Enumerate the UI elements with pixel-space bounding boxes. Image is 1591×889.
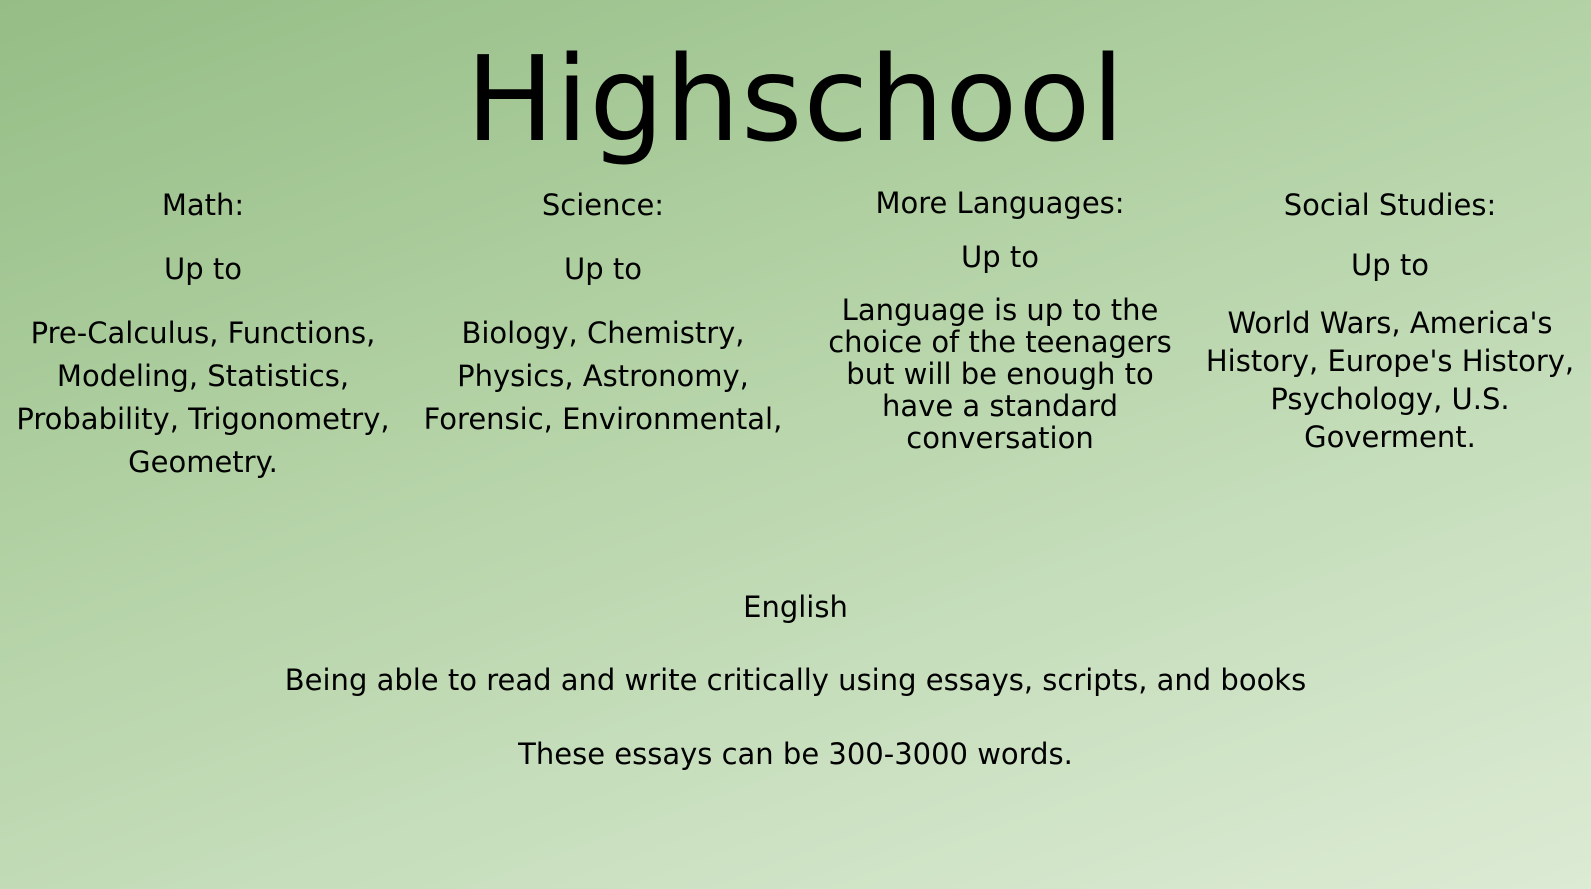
languages-heading: More Languages: xyxy=(875,186,1125,220)
science-body: Biology, Chemistry, Physics, Astronomy, … xyxy=(423,316,783,436)
english-line-1: Being able to read and write critically … xyxy=(284,663,1307,697)
slide-title: Highschool xyxy=(465,30,1126,168)
social-studies-column: Social Studies: Up to World Wars, Americ… xyxy=(1200,188,1580,456)
languages-column: More Languages: Up to Language is up to … xyxy=(810,186,1190,454)
social-studies-up-to: Up to xyxy=(1351,248,1429,282)
social-studies-body: World Wars, America's History, Europe's … xyxy=(1205,306,1575,454)
social-studies-heading: Social Studies: xyxy=(1283,188,1497,222)
science-up-to: Up to xyxy=(564,252,642,286)
science-column: Science: Up to Biology, Chemistry, Physi… xyxy=(413,188,793,441)
science-heading: Science: xyxy=(541,188,665,222)
languages-body: Language is up to the choice of the teen… xyxy=(828,293,1172,455)
math-body: Pre-Calculus, Functions, Modeling, Stati… xyxy=(16,316,390,479)
languages-up-to: Up to xyxy=(961,240,1039,274)
math-column: Math: Up to Pre-Calculus, Functions, Mod… xyxy=(13,188,393,484)
english-heading: English xyxy=(743,590,848,624)
english-line-2: These essays can be 300-3000 words. xyxy=(518,737,1073,771)
math-heading: Math: xyxy=(161,188,245,222)
math-up-to: Up to xyxy=(164,252,242,286)
